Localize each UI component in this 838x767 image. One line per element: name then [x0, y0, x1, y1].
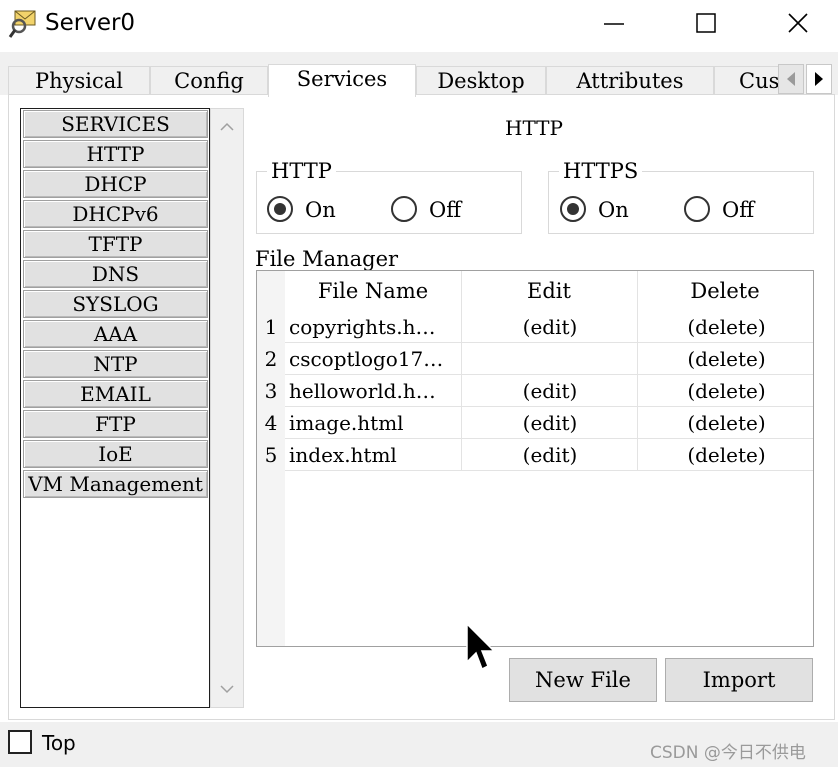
title-bar: Server0 [0, 0, 838, 52]
http-group: HTTP On Off [256, 159, 522, 234]
tab-scroll-left-button[interactable] [778, 64, 804, 94]
row-number: 2 [264, 347, 278, 371]
magnifier-envelope-icon [8, 8, 40, 40]
edit-link[interactable]: (edit) [462, 439, 638, 471]
column-header-file-name[interactable]: File Name [285, 271, 461, 311]
service-item-dhcpv6[interactable]: DHCPv6 [23, 200, 208, 228]
mouse-pointer-icon [466, 622, 496, 671]
delete-link[interactable]: (delete) [638, 439, 815, 471]
https-on-label[interactable]: On [598, 197, 629, 223]
https-off-radio[interactable] [684, 196, 710, 222]
top-checkbox[interactable] [8, 730, 32, 754]
service-item-ftp[interactable]: FTP [23, 410, 208, 438]
https-group: HTTPS On Off [548, 159, 814, 234]
row-number: 3 [264, 379, 278, 403]
services-list[interactable]: SERVICES HTTP DHCP DHCPv6 TFTP DNS SYSLO… [20, 108, 210, 708]
chevron-left-icon [787, 72, 795, 86]
service-item-ntp[interactable]: NTP [23, 350, 208, 378]
https-legend: HTTPS [559, 159, 643, 183]
column-header-delete[interactable]: Delete [637, 271, 813, 311]
scroll-down-icon[interactable] [219, 681, 235, 697]
row-number: 5 [264, 443, 278, 467]
http-legend: HTTP [267, 159, 336, 183]
scroll-up-icon[interactable] [219, 119, 235, 135]
services-list-scrollbar[interactable] [210, 108, 244, 708]
service-item-http[interactable]: HTTP [23, 140, 208, 168]
service-item-email[interactable]: EMAIL [23, 380, 208, 408]
service-item-dhcp[interactable]: DHCP [23, 170, 208, 198]
service-item-vm-management[interactable]: VM Management [23, 470, 208, 498]
file-name-cell[interactable]: cscoptlogo17… [289, 343, 459, 375]
service-item-syslog[interactable]: SYSLOG [23, 290, 208, 318]
tab-config[interactable]: Config [150, 66, 268, 96]
services-header[interactable]: SERVICES [23, 110, 208, 138]
delete-link[interactable]: (delete) [638, 375, 815, 407]
file-name-cell[interactable]: index.html [289, 439, 459, 471]
file-name-cell[interactable]: helloworld.h… [289, 375, 459, 407]
http-off-radio[interactable] [391, 196, 417, 222]
minimize-icon [604, 23, 624, 25]
tab-desktop[interactable]: Desktop [416, 66, 546, 96]
import-button[interactable]: Import [665, 658, 813, 702]
http-on-radio[interactable] [267, 196, 293, 222]
http-off-label[interactable]: Off [429, 197, 461, 223]
file-name-cell[interactable]: image.html [289, 407, 459, 439]
edit-link[interactable]: (edit) [462, 311, 638, 343]
bottom-bar: Top CSDN @今日不供电 [0, 722, 838, 767]
column-header-edit[interactable]: Edit [461, 271, 637, 311]
file-manager-label: File Manager [255, 247, 399, 271]
window-title: Server0 [45, 10, 136, 36]
delete-link[interactable]: (delete) [638, 311, 815, 343]
new-file-button[interactable]: New File [509, 658, 657, 702]
close-button[interactable] [752, 0, 838, 46]
tab-bar: Physical Config Services Desktop Attribu… [0, 52, 838, 97]
tab-scroll-right-button[interactable] [806, 64, 832, 94]
service-item-dns[interactable]: DNS [23, 260, 208, 288]
minimize-button[interactable] [568, 0, 660, 46]
file-name-cell[interactable]: copyrights.h… [289, 311, 459, 343]
maximize-button[interactable] [660, 0, 752, 46]
row-number: 4 [264, 411, 278, 435]
https-on-radio[interactable] [560, 196, 586, 222]
service-item-tftp[interactable]: TFTP [23, 230, 208, 258]
tab-attributes[interactable]: Attributes [546, 66, 714, 96]
service-item-ioe[interactable]: IoE [23, 440, 208, 468]
file-manager-table: File Name Edit Delete 1 copyrights.h… (e… [256, 270, 814, 647]
delete-link[interactable]: (delete) [638, 407, 815, 439]
maximize-icon [696, 13, 716, 33]
delete-link[interactable]: (delete) [638, 343, 815, 375]
close-icon [788, 13, 808, 33]
service-item-aaa[interactable]: AAA [23, 320, 208, 348]
edit-link[interactable]: (edit) [462, 375, 638, 407]
edit-link[interactable]: (edit) [462, 407, 638, 439]
watermark: CSDN @今日不供电 [650, 743, 806, 763]
tab-services[interactable]: Services [268, 64, 416, 97]
http-on-label[interactable]: On [305, 197, 336, 223]
top-checkbox-label[interactable]: Top [42, 730, 76, 756]
row-number: 1 [264, 315, 278, 339]
https-off-label[interactable]: Off [722, 197, 754, 223]
tab-physical[interactable]: Physical [8, 66, 150, 96]
chevron-right-icon [815, 72, 823, 86]
section-heading: HTTP [505, 116, 563, 140]
